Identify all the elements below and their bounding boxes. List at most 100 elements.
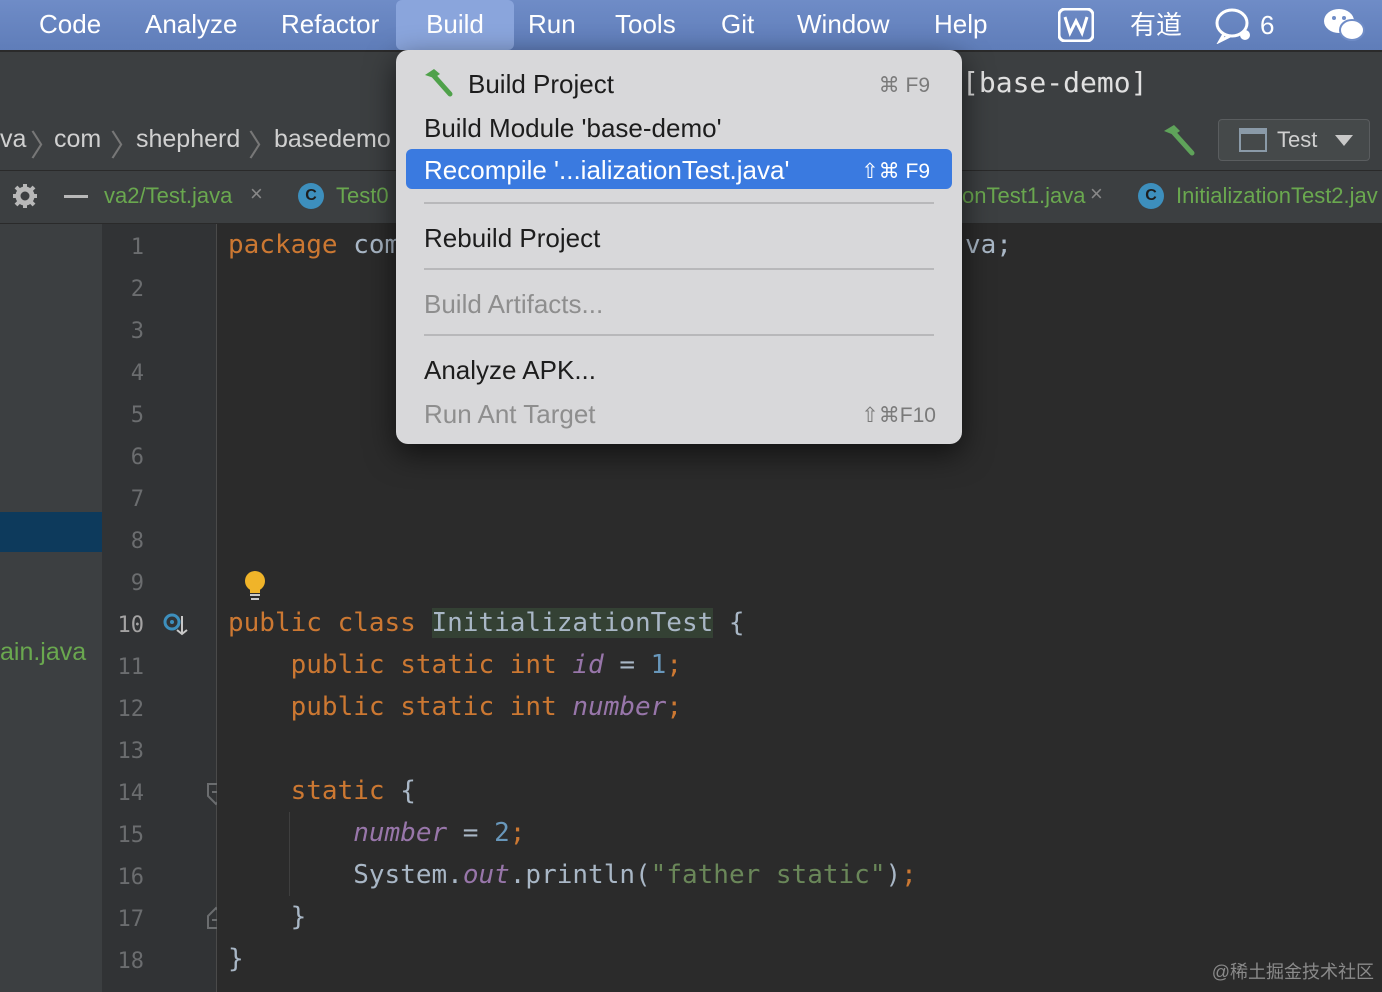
code-text: =: [447, 818, 495, 848]
breadcrumb-item[interactable]: shepherd: [136, 125, 240, 154]
field-name: out: [462, 860, 510, 890]
code-text: com: [337, 230, 401, 260]
menu-item-label: Run Ant Target: [424, 399, 596, 429]
code-line-15: number = 2;: [228, 818, 525, 848]
breadcrumb-item[interactable]: com: [54, 125, 101, 154]
tab-test-java[interactable]: va2/Test.java: [104, 183, 232, 209]
tab-initializationtest1[interactable]: onTest1.java: [962, 183, 1086, 209]
build-menu-dropdown: Build Project ⌘ F9 Build Module 'base-de…: [396, 50, 962, 444]
semicolon: ;: [666, 650, 682, 680]
field-name: number: [353, 818, 448, 848]
keyword: package: [228, 230, 338, 260]
class-name: InitializationTest: [431, 608, 714, 638]
line-number: 9: [130, 571, 144, 596]
code-line-17: }: [228, 902, 307, 932]
line-number: 8: [130, 529, 144, 554]
line-number: 13: [117, 739, 145, 764]
menu-window[interactable]: Window: [797, 0, 889, 50]
code-line-18: }: [228, 944, 244, 974]
line-number: 4: [130, 361, 144, 386]
hammer-icon: [422, 67, 454, 104]
code-text: =: [603, 650, 651, 680]
menu-item-analyze-apk[interactable]: Analyze APK...: [406, 349, 952, 389]
menu-item-shortcut: ⌘ F9: [878, 74, 930, 97]
current-line-number: 10: [117, 613, 145, 638]
menu-item-shortcut: ⇧⌘ F9: [861, 160, 930, 183]
class-icon: C: [1138, 183, 1164, 209]
close-icon[interactable]: ×: [250, 181, 263, 207]
keyword: public class: [228, 608, 416, 638]
code-text: {: [713, 608, 745, 638]
project-file-item[interactable]: ain.java: [0, 638, 86, 667]
chat-bubble-icon[interactable]: [1214, 6, 1254, 54]
menu-build[interactable]: Build: [396, 0, 514, 50]
tab-initializationtest2[interactable]: InitializationTest2.jav: [1176, 183, 1378, 209]
menu-item-shortcut: ⇧⌘F10: [861, 404, 936, 427]
menu-item-run-ant-target: Run Ant Target ⇧⌘F10: [406, 393, 952, 433]
project-title: [base-demo]: [962, 66, 1148, 99]
run-config-label: Test: [1277, 127, 1318, 152]
keyword: static: [290, 776, 385, 806]
menu-separator: [424, 334, 934, 336]
build-hammer-icon[interactable]: [1160, 123, 1196, 159]
menu-tools[interactable]: Tools: [615, 0, 676, 50]
menu-item-build-project[interactable]: Build Project ⌘ F9: [406, 63, 952, 103]
breadcrumb-item[interactable]: basedemo: [274, 125, 391, 154]
menu-item-label: Rebuild Project: [424, 223, 601, 253]
number-literal: 2: [494, 818, 510, 848]
menu-code[interactable]: Code: [39, 0, 101, 50]
menu-item-label: Recompile '...ializationTest.java': [424, 155, 790, 185]
field-name: number: [572, 692, 667, 722]
menu-refactor[interactable]: Refactor: [281, 0, 379, 50]
menu-item-rebuild-project[interactable]: Rebuild Project: [406, 217, 952, 257]
semicolon: ;: [509, 818, 526, 848]
project-panel: ain.java: [0, 224, 102, 992]
code-text: va;: [965, 230, 1012, 260]
code-text: System.: [353, 860, 463, 890]
wechat-icon[interactable]: [1322, 6, 1366, 54]
code-line-11: public static int id = 1;: [228, 650, 682, 680]
gear-icon[interactable]: [12, 183, 38, 214]
run-gutter-icon[interactable]: [162, 612, 188, 643]
breadcrumb-item[interactable]: va: [0, 125, 26, 154]
keyword: public static int: [290, 692, 557, 722]
semicolon: ;: [666, 692, 682, 722]
menu-item-build-module[interactable]: Build Module 'base-demo': [406, 107, 952, 147]
class-icon: C: [298, 183, 324, 209]
number-literal: 1: [650, 650, 667, 680]
menu-item-recompile[interactable]: Recompile '...ializationTest.java' ⇧⌘ F9: [406, 149, 952, 189]
line-number: 17: [117, 907, 145, 932]
semicolon: ;: [901, 860, 917, 890]
menu-git[interactable]: Git: [721, 0, 754, 50]
watermark: @稀土掘金技术社区: [1211, 962, 1374, 982]
lightbulb-icon[interactable]: [243, 570, 267, 607]
window-icon: [1239, 128, 1267, 157]
menu-analyze[interactable]: Analyze: [145, 0, 238, 50]
menu-run[interactable]: Run: [528, 0, 576, 50]
close-icon[interactable]: ×: [1090, 181, 1103, 207]
line-number: 12: [117, 697, 145, 722]
code-text: {: [384, 776, 416, 806]
code-line-1-tail: va;: [965, 230, 1012, 260]
menu-help[interactable]: Help: [934, 0, 987, 50]
code-line-14: static {: [228, 776, 416, 806]
tab-test0[interactable]: Test0: [336, 183, 389, 209]
line-number: 14: [117, 781, 145, 806]
menu-item-build-artifacts: Build Artifacts...: [406, 283, 952, 323]
line-number: 18: [117, 949, 145, 974]
line-number: 5: [130, 403, 144, 428]
line-number: 7: [130, 487, 144, 512]
menu-item-label: Build Artifacts...: [424, 289, 604, 319]
code-text: }: [228, 944, 244, 974]
line-number: 6: [130, 445, 144, 470]
minimize-icon[interactable]: [64, 195, 88, 198]
run-configuration-dropdown[interactable]: Test: [1218, 119, 1370, 161]
menu-item-label: Build Project: [468, 69, 614, 99]
code-line-16: System.out.println("father static");: [228, 860, 917, 890]
selected-tree-row[interactable]: [0, 512, 102, 552]
menu-separator: [424, 202, 934, 204]
wps-icon[interactable]: [1057, 7, 1095, 52]
youdao-tray[interactable]: 有道: [1130, 6, 1182, 44]
line-number: 2: [130, 277, 144, 302]
menu-item-label: Analyze APK...: [424, 355, 596, 385]
